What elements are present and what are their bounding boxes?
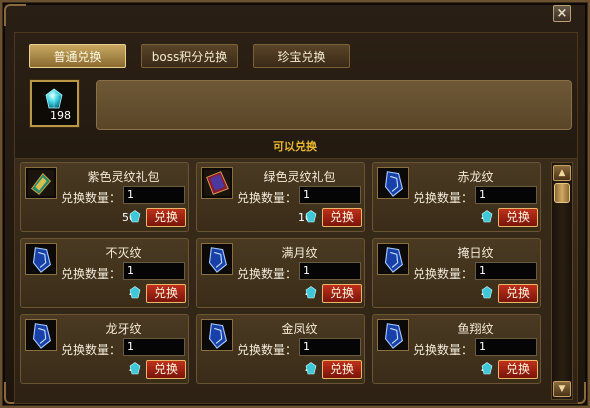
frame-corner-ornament [4,4,26,26]
gem-icon [129,210,141,223]
scroll-up-button[interactable]: ▲ [553,165,571,181]
tab-normal-exchange[interactable]: 普通兑换 [29,44,126,68]
gem-icon [305,362,317,375]
item-name: 不灭纹 [105,246,142,260]
item-name: 鱼翔纹 [457,322,494,336]
exchange-button[interactable]: 兑换 [322,208,362,227]
item-name: 龙牙纹 [105,322,142,336]
item-name: 绿色灵纹礼包 [263,170,336,184]
quantity-label: 兑换数量： [413,343,474,357]
gem-icon [305,210,317,223]
item-card: 赤龙纹兑换数量：14兑换 [372,162,541,232]
currency-count: 198 [50,109,71,122]
scroll-thumb[interactable] [554,183,570,203]
rune-stone-icon[interactable] [201,319,233,351]
scroll-down-button[interactable]: ▼ [553,381,571,397]
quantity-input[interactable]: 1 [475,186,537,204]
gem-icon [481,362,493,375]
info-box [96,80,572,130]
quantity-label: 兑换数量： [413,191,474,205]
quantity-input[interactable]: 1 [299,186,361,204]
item-card: 鱼翔纹兑换数量：14兑换 [372,314,541,384]
exchange-button[interactable]: 兑换 [498,284,538,303]
exchange-button[interactable]: 兑换 [146,284,186,303]
rune-stone-icon[interactable] [25,243,57,275]
quantity-input[interactable]: 1 [123,262,185,280]
quantity-input[interactable]: 1 [475,338,537,356]
exchange-button[interactable]: 兑换 [322,284,362,303]
tab-boss-points-exchange[interactable]: boss积分兑换 [141,44,238,68]
item-card: 满月纹兑换数量：14兑换 [196,238,365,308]
quantity-input[interactable]: 1 [299,338,361,356]
quantity-input[interactable]: 1 [299,262,361,280]
gem-icon [45,88,63,109]
rune-stone-icon[interactable] [377,243,409,275]
purple-pack-icon[interactable] [25,167,57,199]
gem-icon [305,286,317,299]
can-exchange-label: 可以兑换 [273,140,317,153]
exchange-button[interactable]: 兑换 [146,360,186,379]
quantity-label: 兑换数量： [61,343,122,357]
rune-stone-icon[interactable] [201,243,233,275]
item-card: 金凤纹兑换数量：14兑换 [196,314,365,384]
item-name: 掩日纹 [457,246,494,260]
exchange-button[interactable]: 兑换 [498,360,538,379]
quantity-input[interactable]: 1 [475,262,537,280]
quantity-label: 兑换数量： [413,267,474,281]
quantity-label: 兑换数量： [237,267,298,281]
item-name: 赤龙纹 [457,170,494,184]
currency-slot[interactable]: 198 [30,80,79,127]
gem-icon [481,286,493,299]
quantity-input[interactable]: 1 [123,338,185,356]
item-card: 掩日纹兑换数量：14兑换 [372,238,541,308]
item-card: 绿色灵纹礼包 兑换数量： 1 10 兑换 [196,162,365,232]
scrollbar[interactable]: ▲ ▼ [551,162,573,400]
item-name: 满月纹 [281,246,318,260]
item-card: 不灭纹兑换数量：14兑换 [20,238,189,308]
gem-icon [129,362,141,375]
exchange-button[interactable]: 兑换 [146,208,186,227]
quantity-label: 兑换数量： [61,267,122,281]
gem-icon [481,210,493,223]
rune-stone-icon[interactable] [25,319,57,351]
exchange-button[interactable]: 兑换 [322,360,362,379]
close-button[interactable]: × [553,5,571,22]
item-card: 龙牙纹兑换数量：14兑换 [20,314,189,384]
quantity-label: 兑换数量： [237,191,298,205]
rune-stone-icon[interactable] [377,167,409,199]
tab-treasure-exchange[interactable]: 珍宝兑换 [253,44,350,68]
item-card: 紫色灵纹礼包 兑换数量： 1 50 兑换 [20,162,189,232]
quantity-label: 兑换数量： [61,191,122,205]
rune-stone-icon[interactable] [377,319,409,351]
item-name: 紫色灵纹礼包 [87,170,160,184]
gem-icon [129,286,141,299]
quantity-input[interactable]: 1 [123,186,185,204]
exchange-button[interactable]: 兑换 [498,208,538,227]
item-name: 金凤纹 [281,322,318,336]
quantity-label: 兑换数量： [237,343,298,357]
green-pack-icon[interactable] [201,167,233,199]
